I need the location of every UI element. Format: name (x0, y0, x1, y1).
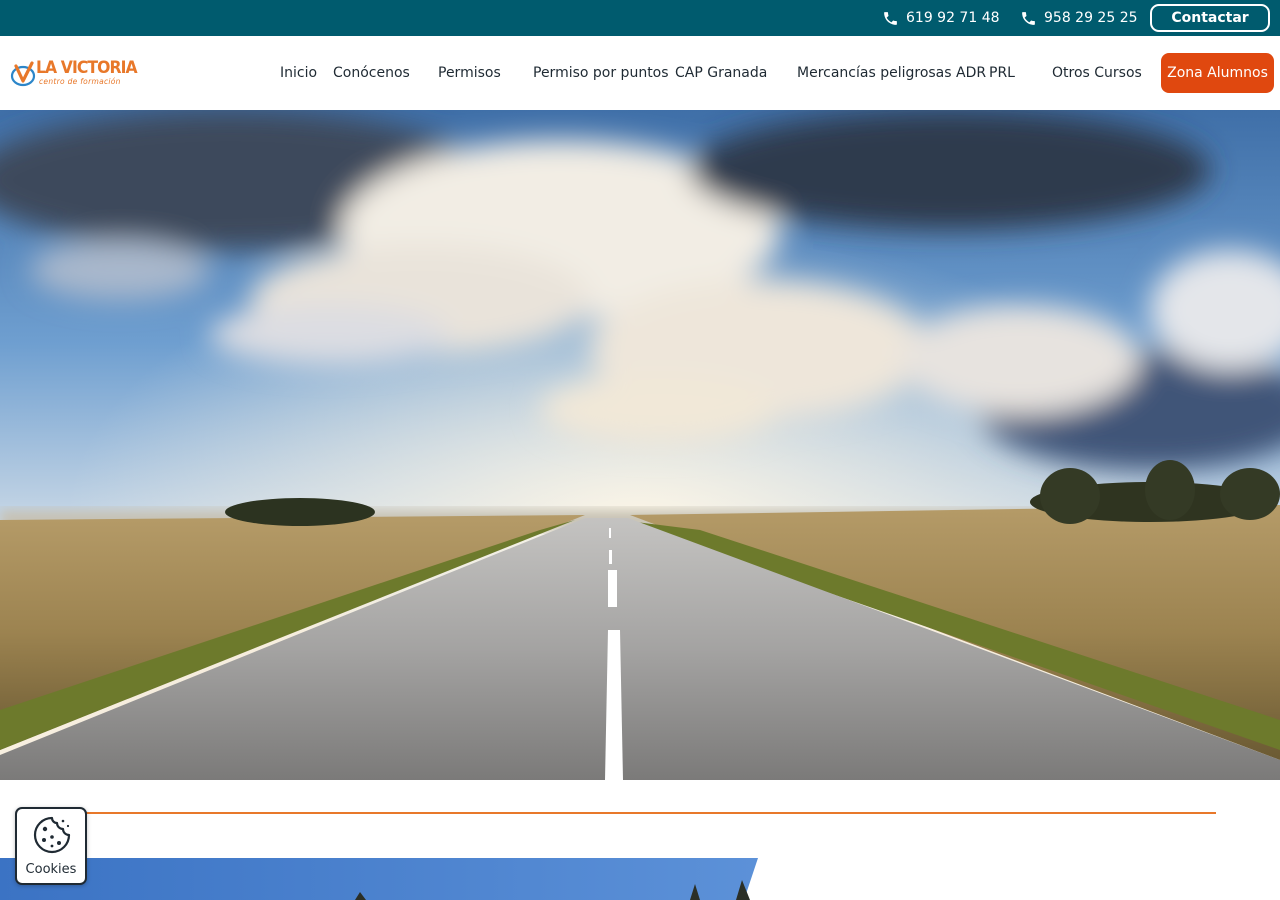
logo[interactable]: LA VICTORIA centro de formación (10, 58, 140, 90)
nav-item-prl[interactable]: PRL (989, 36, 1015, 110)
cookie-icon (33, 816, 71, 854)
cookies-label: Cookies (25, 862, 77, 877)
phone-number: 958 29 25 25 (1044, 10, 1138, 26)
nav-item-permisos[interactable]: Permisos (438, 36, 501, 110)
nav-item-cap-granada[interactable]: CAP Granada (675, 36, 767, 110)
top-bar: 619 92 71 48 958 29 25 25 Contactar (0, 0, 1280, 36)
phone-number: 619 92 71 48 (906, 10, 1000, 26)
logo-mark-icon (10, 61, 36, 87)
main-header: LA VICTORIA centro de formación Inicio C… (0, 36, 1280, 110)
nav-item-inicio[interactable]: Inicio (280, 36, 317, 110)
nav-item-mercancias-peligrosas-adr[interactable]: Mercancías peligrosas ADR (797, 36, 986, 110)
nav-item-otros-cursos[interactable]: Otros Cursos (1052, 36, 1142, 110)
nav-item-conocenos[interactable]: Conócenos (333, 36, 410, 110)
logo-title: LA VICTORIA (36, 58, 138, 78)
phone-icon (884, 11, 897, 25)
phone-icon (1022, 11, 1035, 25)
logo-subtitle: centro de formación (39, 77, 121, 86)
section-image-photo (0, 858, 758, 900)
cookies-button[interactable]: Cookies (15, 807, 87, 885)
phone-link-1[interactable]: 619 92 71 48 (882, 0, 1000, 36)
zona-alumnos-button[interactable]: Zona Alumnos (1161, 53, 1274, 93)
section-divider (60, 812, 1216, 814)
hero-image (0, 110, 1280, 780)
contact-button[interactable]: Contactar (1150, 4, 1270, 32)
road-landscape-image (0, 110, 1280, 780)
phone-link-2[interactable]: 958 29 25 25 (1020, 0, 1138, 36)
section-image (0, 858, 760, 900)
nav-item-permiso-por-puntos[interactable]: Permiso por puntos (533, 36, 669, 110)
